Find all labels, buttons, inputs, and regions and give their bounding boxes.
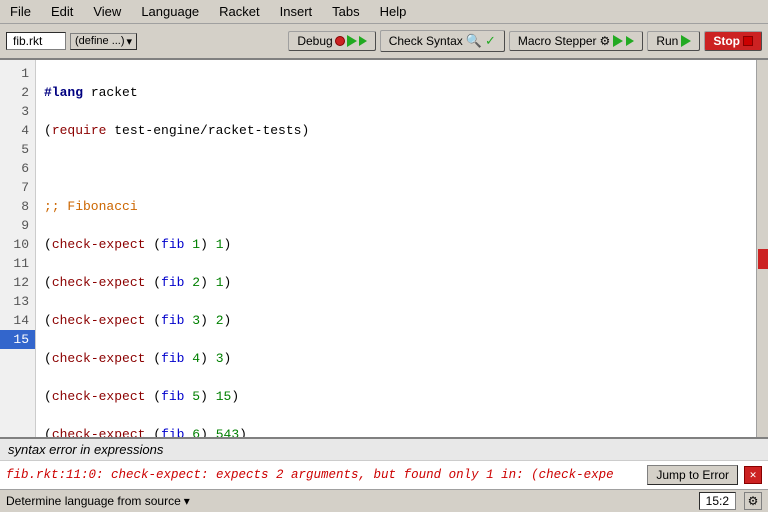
line-3 — [44, 159, 748, 178]
debug-button[interactable]: Debug — [288, 31, 375, 51]
macro-stepper-label: Macro Stepper — [518, 34, 597, 48]
macro-stepper-button[interactable]: Macro Stepper ⚙ — [509, 31, 643, 51]
debug-play-icon — [347, 35, 357, 47]
line-8: (check-expect (fib 4) 3) — [44, 349, 748, 368]
run-play-icon — [681, 35, 691, 47]
run-label: Run — [656, 34, 678, 48]
language-label: Determine language from source — [6, 494, 181, 508]
line-1: #lang racket — [44, 83, 748, 102]
debug-label: Debug — [297, 34, 332, 48]
error-panel: syntax error in expressions fib.rkt:11:0… — [0, 437, 768, 489]
check-syntax-button[interactable]: Check Syntax 🔍 ✓ — [380, 30, 505, 52]
macro-play-icon — [613, 35, 623, 47]
code-editor[interactable]: 12345 678910 1112131415 #lang racket (re… — [0, 60, 768, 437]
debug-play2-icon — [359, 36, 367, 46]
macro-play2-icon — [626, 36, 634, 46]
menu-language[interactable]: Language — [135, 2, 205, 21]
stop-button[interactable]: Stop — [704, 31, 762, 51]
line-7: (check-expect (fib 3) 2) — [44, 311, 748, 330]
toolbar: fib.rkt (define ...) ▾ Debug Check Synta… — [0, 24, 768, 60]
check-syntax-label: Check Syntax — [389, 34, 463, 48]
stop-icon — [743, 36, 753, 46]
cursor-position: 15:2 — [699, 492, 736, 510]
check-icon: ✓ — [485, 33, 496, 49]
scroll-thumb[interactable] — [758, 249, 768, 269]
menu-insert[interactable]: Insert — [274, 2, 319, 21]
menu-help[interactable]: Help — [374, 2, 413, 21]
line-2: (require test-engine/racket-tests) — [44, 121, 748, 140]
gear-icon: ⚙ — [748, 494, 759, 508]
menu-edit[interactable]: Edit — [45, 2, 79, 21]
define-dropdown[interactable]: (define ...) ▾ — [70, 33, 137, 50]
error-text: fib.rkt:11:0: check-expect: expects 2 ar… — [6, 468, 641, 482]
scrollbar[interactable] — [756, 60, 768, 437]
close-error-button[interactable]: ✕ — [744, 466, 762, 484]
menubar: File Edit View Language Racket Insert Ta… — [0, 0, 768, 24]
code-area: 12345 678910 1112131415 #lang racket (re… — [0, 60, 768, 489]
line-4: ;; Fibonacci — [44, 197, 748, 216]
error-content: fib.rkt:11:0: check-expect: expects 2 ar… — [0, 461, 768, 489]
menu-view[interactable]: View — [87, 2, 127, 21]
menu-tabs[interactable]: Tabs — [326, 2, 365, 21]
language-dropdown[interactable]: Determine language from source ▾ — [6, 494, 190, 508]
settings-icon[interactable]: ⚙ — [744, 492, 762, 510]
line-10: (check-expect (fib 6) 543) — [44, 425, 748, 437]
chevron-down-icon: ▾ — [184, 494, 190, 508]
statusbar: Determine language from source ▾ 15:2 ⚙ — [0, 489, 768, 512]
search-icon: 🔍 — [466, 33, 482, 49]
line-6: (check-expect (fib 2) 1) — [44, 273, 748, 292]
menu-racket[interactable]: Racket — [213, 2, 265, 21]
filename-label: fib.rkt — [6, 32, 66, 50]
macro-icon: ⚙ — [600, 34, 611, 48]
code-content[interactable]: #lang racket (require test-engine/racket… — [36, 60, 756, 437]
stop-label: Stop — [713, 34, 740, 48]
jump-to-error-button[interactable]: Jump to Error — [647, 465, 738, 485]
run-button[interactable]: Run — [647, 31, 700, 51]
error-header: syntax error in expressions — [0, 439, 768, 461]
line-5: (check-expect (fib 1) 1) — [44, 235, 748, 254]
line-numbers: 12345 678910 1112131415 — [0, 60, 36, 437]
line-9: (check-expect (fib 5) 15) — [44, 387, 748, 406]
menu-file[interactable]: File — [4, 2, 37, 21]
debug-dot-icon — [335, 36, 345, 46]
